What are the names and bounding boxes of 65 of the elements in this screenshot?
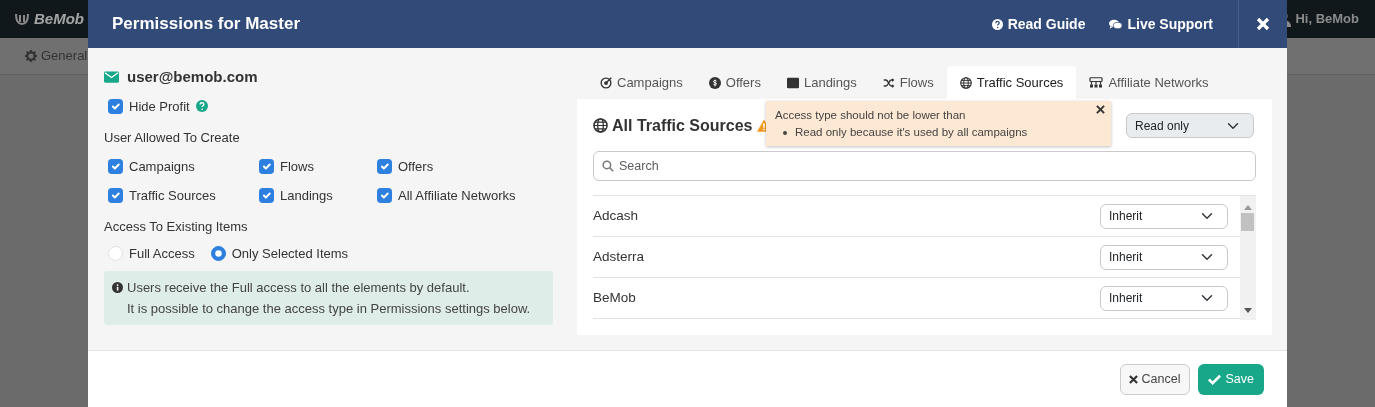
tab[interactable]: Campaigns [587, 66, 696, 99]
logo-icon [14, 12, 30, 26]
guide-link[interactable]: Read Guide [991, 13, 1086, 35]
globe-icon [593, 118, 608, 133]
chat-bubbles-icon [1109, 18, 1123, 30]
close-icon [1096, 105, 1105, 114]
tab[interactable]: Flows [869, 66, 947, 99]
tab[interactable]: Offers [695, 66, 774, 99]
search-icon [602, 160, 614, 172]
radio-label: Full Access [129, 245, 195, 263]
gear-icon [25, 50, 37, 62]
radio-label: Only Selected Items [231, 245, 349, 263]
checkbox-label: Campaigns [129, 157, 195, 176]
tab[interactable]: Affiliate Networks [1076, 66, 1222, 99]
target-icon [600, 76, 612, 89]
access-select[interactable]: Inherit [1100, 203, 1228, 229]
network-icon [1089, 76, 1104, 89]
envelope-icon [104, 71, 119, 84]
info-icon [112, 281, 123, 293]
checkbox-label: All Affiliate Networks [398, 187, 516, 205]
search-field[interactable]: Search [593, 151, 1256, 181]
cancel-button[interactable]: Cancel [1119, 363, 1190, 395]
section-heading: Access To Existing Items [104, 217, 249, 236]
close-icon [1128, 374, 1138, 384]
question-icon [991, 18, 1003, 30]
shuffle-icon [882, 76, 895, 89]
info-text: It is possible to change the access type in Permissions settings below. [127, 299, 531, 318]
dollar-coin-icon [708, 76, 721, 89]
tab[interactable]: Traffic Sources [946, 66, 1077, 99]
checkbox-label: Traffic Sources [129, 187, 216, 205]
checkbox-label: Offers [398, 157, 434, 176]
traffic-source-name: Adcash [593, 206, 639, 225]
checkbox-label: Hide Profit [129, 97, 190, 116]
support-link[interactable]: Live Support [1109, 13, 1213, 35]
checkbox[interactable] [259, 188, 274, 204]
help-icon [195, 100, 208, 113]
access-select[interactable]: Inherit [1100, 244, 1228, 270]
close-icon [1256, 17, 1270, 31]
check-icon [1207, 373, 1221, 385]
checkbox-label: Landings [280, 187, 333, 205]
bullet-icon [783, 130, 787, 135]
access-select[interactable]: Inherit [1100, 285, 1228, 311]
modal-title: Permissions for Master [111, 13, 301, 36]
panel-title: All Traffic Sources [612, 115, 753, 136]
checkbox[interactable] [108, 98, 123, 114]
checkbox[interactable] [108, 158, 123, 174]
checkbox[interactable] [377, 188, 392, 204]
checkbox-label: Flows [280, 157, 314, 176]
checkbox[interactable] [108, 188, 123, 204]
user-email: user@bemob.com [127, 67, 258, 87]
globe-icon [959, 76, 972, 89]
window-icon [786, 76, 799, 89]
traffic-source-name: Adsterra [593, 247, 645, 266]
tooltip-text: Access type should not be lower than [775, 108, 966, 123]
checkbox[interactable] [259, 158, 274, 174]
tab[interactable]: Landings [773, 66, 870, 99]
info-text: Users receive the Full access to all the elements by default. [127, 278, 470, 297]
checkbox[interactable] [377, 158, 392, 174]
traffic-source-name: BeMob [593, 288, 636, 307]
user-greeting[interactable]: Hi, BeMob [1295, 9, 1359, 29]
section-heading: User Allowed To Create [104, 129, 241, 147]
app-logo: BeMob [34, 8, 84, 29]
tooltip-text: Read only because it's used by all campaigns [795, 125, 1028, 141]
radio-button[interactable] [210, 246, 226, 262]
tooltip-close-button[interactable] [1096, 105, 1105, 114]
